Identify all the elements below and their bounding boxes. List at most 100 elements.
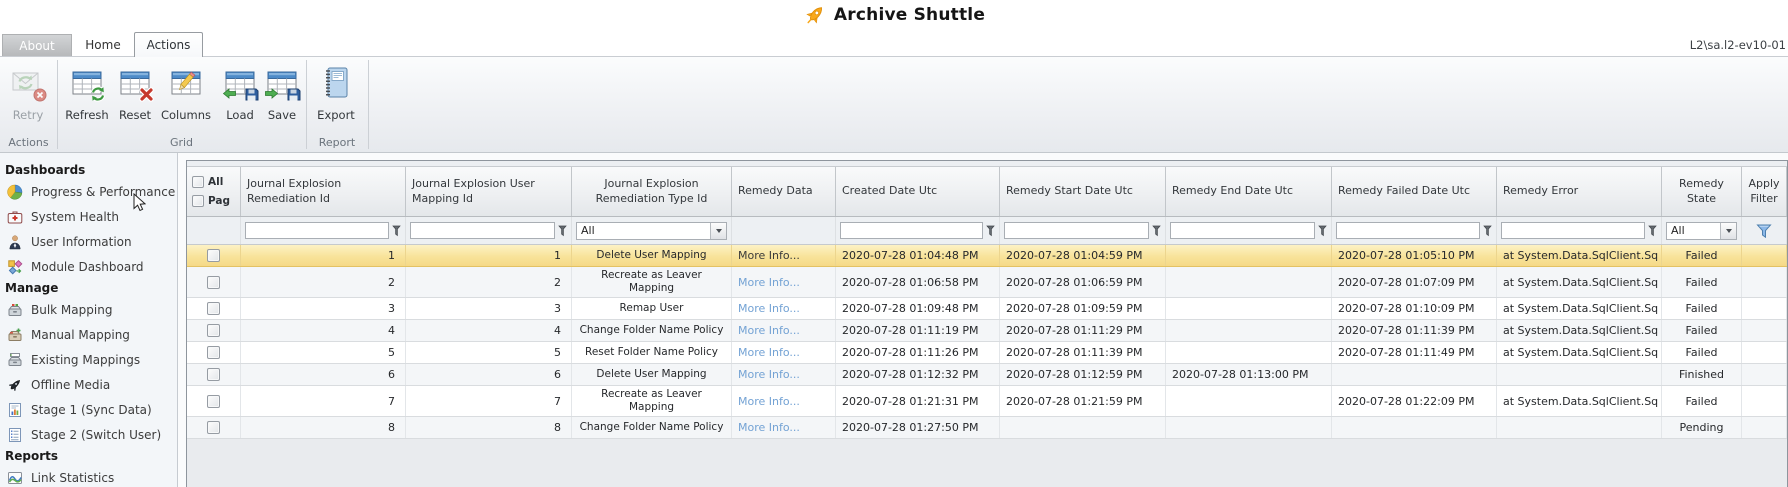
sidebar-item-stage-1-sync-data[interactable]: Stage 1 (Sync Data) (0, 397, 177, 422)
select-page-checkbox[interactable] (192, 195, 204, 207)
export-button[interactable]: Export (312, 62, 360, 136)
combo-dropdown-button[interactable] (1720, 223, 1736, 239)
reset-button[interactable]: Reset (113, 62, 157, 136)
more-info-link[interactable]: More Info... (738, 324, 800, 337)
sidebar-item-module-dashboard[interactable]: Module Dashboard (0, 254, 177, 279)
table-row-8[interactable]: 88Change Folder Name PolicyMore Info...2… (187, 417, 1787, 439)
row-checkbox[interactable] (207, 395, 220, 408)
cell-id: 8 (241, 417, 406, 438)
row-checkbox[interactable] (207, 324, 220, 337)
column-header-label: Remedy Data (738, 184, 813, 199)
tab-home[interactable]: Home (74, 34, 132, 56)
cell-value: 4 (554, 324, 561, 337)
more-info-link[interactable]: More Info... (738, 249, 800, 262)
row-checkbox[interactable] (207, 368, 220, 381)
column-header-error[interactable]: Remedy Error (1497, 167, 1662, 216)
cell-value: 2020-07-28 01:04:48 PM (842, 249, 978, 262)
column-header-id[interactable]: Journal Explosion Remediation Id (241, 167, 406, 216)
refresh-button[interactable]: Refresh (62, 62, 112, 136)
load-button[interactable]: Load (218, 62, 262, 136)
column-header-type[interactable]: Journal Explosion Remediation Type Id (572, 167, 732, 216)
column-header-label: Journal Explosion Remediation Type Id (578, 177, 725, 207)
more-info-link[interactable]: More Info... (738, 346, 800, 359)
column-header-label: Remedy Failed Date Utc (1338, 184, 1470, 199)
column-header-remedy_data[interactable]: Remedy Data (732, 167, 836, 216)
filter-cell-start (1000, 217, 1166, 244)
table-row-1[interactable]: 11Delete User MappingMore Info...2020-07… (187, 245, 1787, 267)
column-header-apply[interactable]: Apply Filter (1742, 167, 1787, 216)
sidebar-item-user-information[interactable]: User Information (0, 229, 177, 254)
filter-operator-pin-icon[interactable] (1318, 225, 1327, 237)
select-all-checkbox[interactable] (192, 176, 204, 188)
sidebar-item-system-health[interactable]: System Health (0, 204, 177, 229)
more-info-link[interactable]: More Info... (738, 276, 800, 289)
table-row-5[interactable]: 55Reset Folder Name PolicyMore Info...20… (187, 342, 1787, 364)
filter-operator-pin-icon[interactable] (1648, 225, 1657, 237)
table-row-6[interactable]: 66Delete User MappingMore Info...2020-07… (187, 364, 1787, 386)
row-checkbox[interactable] (207, 249, 220, 262)
column-header-start[interactable]: Remedy Start Date Utc (1000, 167, 1166, 216)
more-info-link[interactable]: More Info... (738, 395, 800, 408)
combo-dropdown-button[interactable] (710, 223, 726, 239)
column-header-label: Remedy Start Date Utc (1006, 184, 1133, 199)
cell-value: 5 (388, 346, 395, 359)
column-header-end[interactable]: Remedy End Date Utc (1166, 167, 1332, 216)
more-info-link[interactable]: More Info... (738, 368, 800, 381)
filter-cell-error (1497, 217, 1662, 244)
save-button[interactable]: Save (260, 62, 304, 136)
system-health-icon (7, 209, 23, 225)
pie-chart-icon (7, 184, 23, 200)
tab-about[interactable]: About (2, 34, 72, 56)
sidebar-nav: DashboardsProgress & PerformanceSystem H… (0, 153, 178, 487)
table-row-4[interactable]: 44Change Folder Name PolicyMore Info...2… (187, 320, 1787, 342)
column-header-state[interactable]: Remedy State (1662, 167, 1742, 216)
apply-filter-icon[interactable] (1756, 224, 1772, 238)
column-header-created[interactable]: Created Date Utc (836, 167, 1000, 216)
filter-select-state[interactable]: All (1666, 222, 1737, 240)
more-info-link[interactable]: More Info... (738, 302, 800, 315)
filter-operator-pin-icon[interactable] (558, 225, 567, 237)
filter-operator-pin-icon[interactable] (1152, 225, 1161, 237)
cell-id: 5 (241, 342, 406, 363)
more-info-link[interactable]: More Info... (738, 421, 800, 434)
columns-button[interactable]: Columns (158, 62, 214, 136)
retry-button[interactable]: Retry (5, 62, 51, 136)
filter-input-end[interactable] (1170, 222, 1315, 239)
filter-input-mapping_id[interactable] (410, 222, 555, 239)
cell-value: 1 (554, 249, 561, 262)
filter-operator-pin-icon[interactable] (1483, 225, 1492, 237)
table-row-2[interactable]: 22Recreate as Leaver MappingMore Info...… (187, 267, 1787, 298)
filter-operator-pin-icon[interactable] (986, 225, 995, 237)
tab-actions[interactable]: Actions (134, 32, 203, 57)
sidebar-item-manual-mapping[interactable]: Manual Mapping (0, 322, 177, 347)
filter-input-id[interactable] (245, 222, 389, 239)
cell-state: Finished (1662, 364, 1742, 385)
column-header-mapping_id[interactable]: Journal Explosion User Mapping Id (406, 167, 572, 216)
cell-apply (1742, 245, 1787, 266)
table-row-3[interactable]: 33Remap UserMore Info...2020-07-28 01:09… (187, 298, 1787, 320)
row-checkbox[interactable] (207, 421, 220, 434)
filter-input-error[interactable] (1501, 222, 1645, 239)
sidebar-item-offline-media[interactable]: Offline Media (0, 372, 177, 397)
cell-id: 1 (241, 245, 406, 266)
cell-mapping_id: 8 (406, 417, 572, 438)
filter-select-type[interactable]: All (576, 222, 727, 240)
cell-failed: 2020-07-28 01:10:09 PM (1332, 298, 1497, 319)
sidebar-item-link-statistics[interactable]: Link Statistics (0, 465, 177, 487)
filter-input-failed[interactable] (1336, 222, 1480, 239)
sidebar-item-progress-performance[interactable]: Progress & Performance (0, 179, 177, 204)
table-row-7[interactable]: 77Recreate as Leaver MappingMore Info...… (187, 386, 1787, 417)
filter-cell-created (836, 217, 1000, 244)
filter-input-start[interactable] (1004, 222, 1149, 239)
filter-input-created[interactable] (840, 222, 983, 239)
column-header-failed[interactable]: Remedy Failed Date Utc (1332, 167, 1497, 216)
cell-created: 2020-07-28 01:09:48 PM (836, 298, 1000, 319)
sidebar-item-existing-mappings[interactable]: Existing Mappings (0, 347, 177, 372)
row-checkbox[interactable] (207, 346, 220, 359)
sidebar-item-stage-2-switch-user[interactable]: Stage 2 (Switch User) (0, 422, 177, 447)
row-checkbox[interactable] (207, 276, 220, 289)
filter-operator-pin-icon[interactable] (392, 225, 401, 237)
row-checkbox[interactable] (207, 302, 220, 315)
cell-created: 2020-07-28 01:12:32 PM (836, 364, 1000, 385)
sidebar-item-bulk-mapping[interactable]: Bulk Mapping (0, 297, 177, 322)
